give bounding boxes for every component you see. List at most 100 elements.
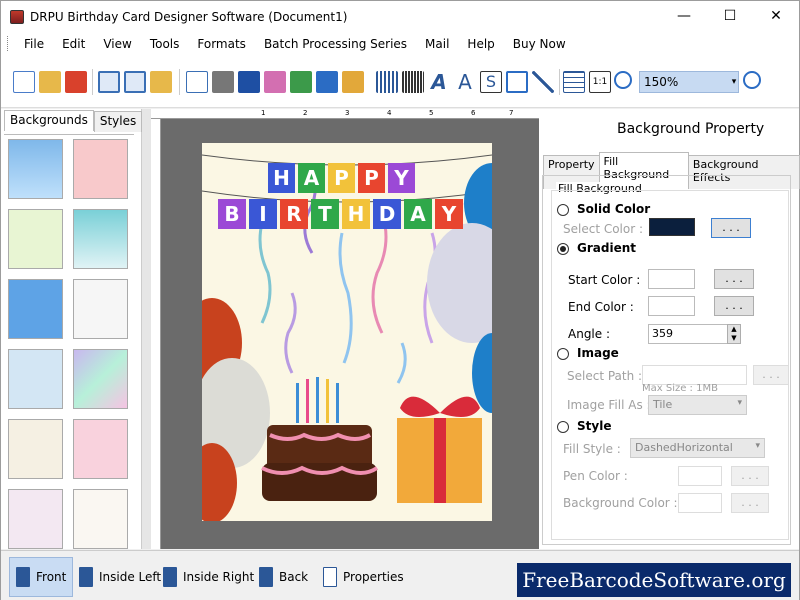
page-inside-right-icon <box>163 567 177 587</box>
backgrounds-panel: Backgrounds Styles <box>1 109 143 549</box>
insert-image-icon[interactable] <box>290 71 312 93</box>
page-inside-left-icon <box>79 567 93 587</box>
maximize-button[interactable]: ☐ <box>707 1 753 31</box>
select-color-button[interactable]: . . . <box>711 218 751 238</box>
properties-button[interactable]: Properties <box>323 557 404 597</box>
banner-letter: P <box>328 163 355 193</box>
text-icon[interactable]: A <box>428 71 450 93</box>
start-color-swatch <box>648 269 695 289</box>
gradient-radio[interactable] <box>557 243 569 255</box>
menu-view[interactable]: View <box>94 37 140 51</box>
save-icon[interactable] <box>98 71 120 93</box>
end-color-button[interactable]: . . . <box>714 296 754 316</box>
close-doc-icon[interactable] <box>65 71 87 93</box>
close-button[interactable]: ✕ <box>753 1 799 31</box>
selected-color-swatch <box>649 218 695 236</box>
menu-mail[interactable]: Mail <box>416 37 458 51</box>
barcode-icon[interactable] <box>402 71 424 93</box>
export-icon[interactable] <box>150 71 172 93</box>
style-label: Style <box>577 419 612 433</box>
grid-icon[interactable] <box>563 71 585 93</box>
background-color-swatch <box>678 493 722 513</box>
signature-icon[interactable]: S <box>480 71 502 93</box>
properties-icon[interactable] <box>186 71 208 93</box>
save-as-icon[interactable] <box>124 71 146 93</box>
start-color-button[interactable]: . . . <box>714 269 754 289</box>
front-page-button[interactable]: Front <box>9 557 74 597</box>
background-thumbnail[interactable] <box>8 209 63 269</box>
background-thumbnail[interactable] <box>73 139 128 199</box>
menu-edit[interactable]: Edit <box>53 37 94 51</box>
gift-icon[interactable] <box>264 71 286 93</box>
max-size-label: Max Size : 1MB <box>642 383 718 394</box>
background-thumbnail[interactable] <box>8 489 63 549</box>
pen-color-button[interactable]: . . . <box>731 466 769 486</box>
background-thumbnail[interactable] <box>73 349 128 409</box>
select-color-label: Select Color : <box>563 222 644 236</box>
background-color-label: Background Color : <box>563 496 678 510</box>
actual-size-icon[interactable]: 1:1 <box>589 71 611 93</box>
style-radio[interactable] <box>557 421 569 433</box>
background-color-button[interactable]: . . . <box>731 493 769 513</box>
background-thumbnail[interactable] <box>8 419 63 479</box>
print-icon[interactable] <box>212 71 234 93</box>
background-thumbnails <box>4 134 134 549</box>
background-thumbnail[interactable] <box>8 139 63 199</box>
banner-letter: D <box>373 199 401 229</box>
solid-color-label: Solid Color <box>577 202 651 216</box>
background-thumbnail[interactable] <box>73 279 128 339</box>
zoom-out-icon[interactable] <box>743 71 761 89</box>
image-fill-value: Tile <box>653 398 673 411</box>
menu-batch-processing[interactable]: Batch Processing Series <box>255 37 416 51</box>
open-icon[interactable] <box>39 71 61 93</box>
image-path-input[interactable] <box>642 365 747 385</box>
zoom-in-icon[interactable] <box>614 71 632 89</box>
line-icon[interactable] <box>532 71 554 93</box>
browse-image-button[interactable]: . . . <box>753 365 789 385</box>
tab-styles[interactable]: Styles <box>93 111 143 132</box>
image-radio[interactable] <box>557 348 569 360</box>
pen-icon[interactable] <box>316 71 338 93</box>
barcode-linear-icon[interactable] <box>376 71 398 93</box>
zoom-select[interactable]: 150% <box>639 71 739 93</box>
end-color-swatch <box>648 296 695 316</box>
banner-letter: H <box>342 199 370 229</box>
minimize-button[interactable]: — <box>661 1 707 31</box>
inside-left-button[interactable]: Inside Left <box>79 557 161 597</box>
background-thumbnail[interactable] <box>73 209 128 269</box>
background-thumbnail[interactable] <box>73 489 128 549</box>
background-thumbnail[interactable] <box>8 279 63 339</box>
thumbnail-scrollbar[interactable] <box>142 109 151 549</box>
birthday-card[interactable]: H A P P Y B I R T H D A Y <box>202 143 492 521</box>
end-color-label: End Color : <box>568 300 634 314</box>
menu-buy-now[interactable]: Buy Now <box>504 37 575 51</box>
zoom-value: 150% <box>644 75 679 89</box>
properties-label: Properties <box>343 570 404 584</box>
chevron-down-icon[interactable]: ▾ <box>728 71 740 93</box>
word-art-icon[interactable]: A <box>454 71 476 93</box>
angle-stepper[interactable]: ▲ ▼ <box>727 324 741 344</box>
banner-letter: R <box>280 199 308 229</box>
shapes-icon[interactable] <box>342 71 364 93</box>
image-label: Image <box>577 346 619 360</box>
ruler-number: 5 <box>429 109 434 117</box>
copy-icon[interactable] <box>238 71 260 93</box>
image-fill-select[interactable]: Tile ▾ <box>648 395 747 415</box>
background-thumbnail[interactable] <box>73 419 128 479</box>
menu-tools[interactable]: Tools <box>141 37 189 51</box>
inside-right-button[interactable]: Inside Right <box>163 557 254 597</box>
menu-bar: File Edit View Tools Formats Batch Proce… <box>1 32 799 55</box>
new-icon[interactable] <box>13 71 35 93</box>
fill-style-select[interactable]: DashedHorizontal ▾ <box>630 438 765 458</box>
background-thumbnail[interactable] <box>8 349 63 409</box>
image-fill-label: Image Fill As : <box>567 398 651 412</box>
inside-right-label: Inside Right <box>183 570 255 584</box>
solid-color-radio[interactable] <box>557 204 569 216</box>
menu-file[interactable]: File <box>15 37 53 51</box>
menu-help[interactable]: Help <box>458 37 503 51</box>
tab-backgrounds[interactable]: Backgrounds <box>4 110 94 131</box>
menu-formats[interactable]: Formats <box>188 37 255 51</box>
toolbar: A A S 1:1 150% ▾ <box>1 55 799 108</box>
mail-icon[interactable] <box>506 71 528 93</box>
back-page-button[interactable]: Back <box>259 557 308 597</box>
